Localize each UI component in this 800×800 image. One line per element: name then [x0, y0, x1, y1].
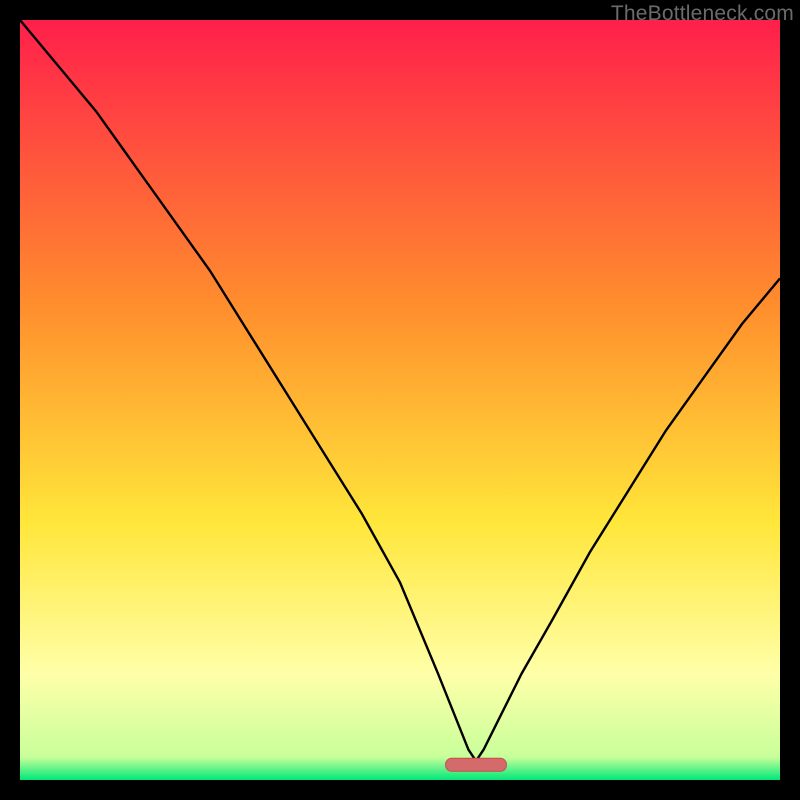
chart-frame: [20, 20, 780, 780]
plot-area: [20, 20, 780, 780]
bottleneck-curve: [20, 20, 780, 761]
watermark-text: TheBottleneck.com: [611, 2, 794, 26]
minimum-marker: [446, 758, 507, 771]
curve-layer: [20, 20, 780, 780]
